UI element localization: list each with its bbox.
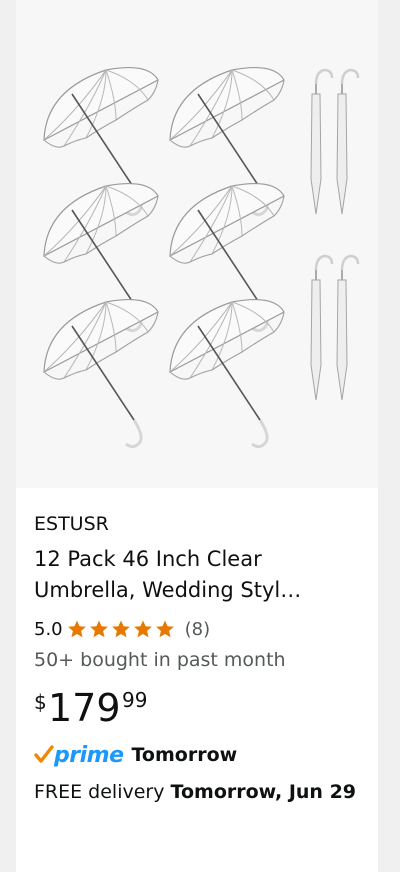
product-card[interactable]: ESTUSR 12 Pack 46 Inch Clear Umbrella, W…: [16, 0, 378, 872]
star-icon: [111, 620, 130, 638]
price-fraction: 99: [122, 688, 148, 712]
product-info: ESTUSR 12 Pack 46 Inch Clear Umbrella, W…: [34, 510, 369, 806]
price-whole: 179: [48, 686, 121, 730]
prime-label: prime: [54, 742, 124, 768]
brand-name: ESTUSR: [34, 513, 109, 535]
rating-value: 5.0: [34, 618, 63, 640]
star-icon: [155, 620, 174, 638]
product-title-line1[interactable]: 12 Pack 46 Inch Clear: [34, 547, 262, 571]
bought-in-past-month: 50+ bought in past month: [34, 649, 286, 671]
prime-check-icon: [34, 745, 54, 763]
price: $ 179 99: [34, 686, 369, 734]
prime-badge: prime Tomorrow: [34, 740, 369, 770]
product-image[interactable]: [16, 0, 378, 488]
delivery-date: Tomorrow, Jun 29: [170, 781, 357, 803]
prime-speed: Tomorrow: [131, 744, 238, 766]
star-icon: [89, 620, 108, 638]
umbrella-pack-image: [42, 66, 360, 449]
left-page-edge: [0, 0, 16, 872]
rating-stars[interactable]: [67, 619, 177, 639]
delivery-prefix: FREE delivery: [34, 781, 171, 803]
delivery-info: FREE delivery Tomorrow, Jun 29: [34, 778, 369, 806]
product-title-line2[interactable]: Umbrella, Wedding Styl…: [34, 575, 364, 606]
star-icon: [133, 620, 152, 638]
review-count[interactable]: (8): [185, 619, 211, 640]
rating-row[interactable]: 5.0 (8): [34, 616, 369, 642]
price-symbol: $: [34, 690, 47, 714]
star-icon: [67, 620, 86, 638]
product-title[interactable]: 12 Pack 46 Inch Clear Umbrella, Wedding …: [34, 544, 369, 606]
right-page-edge: [378, 0, 400, 872]
